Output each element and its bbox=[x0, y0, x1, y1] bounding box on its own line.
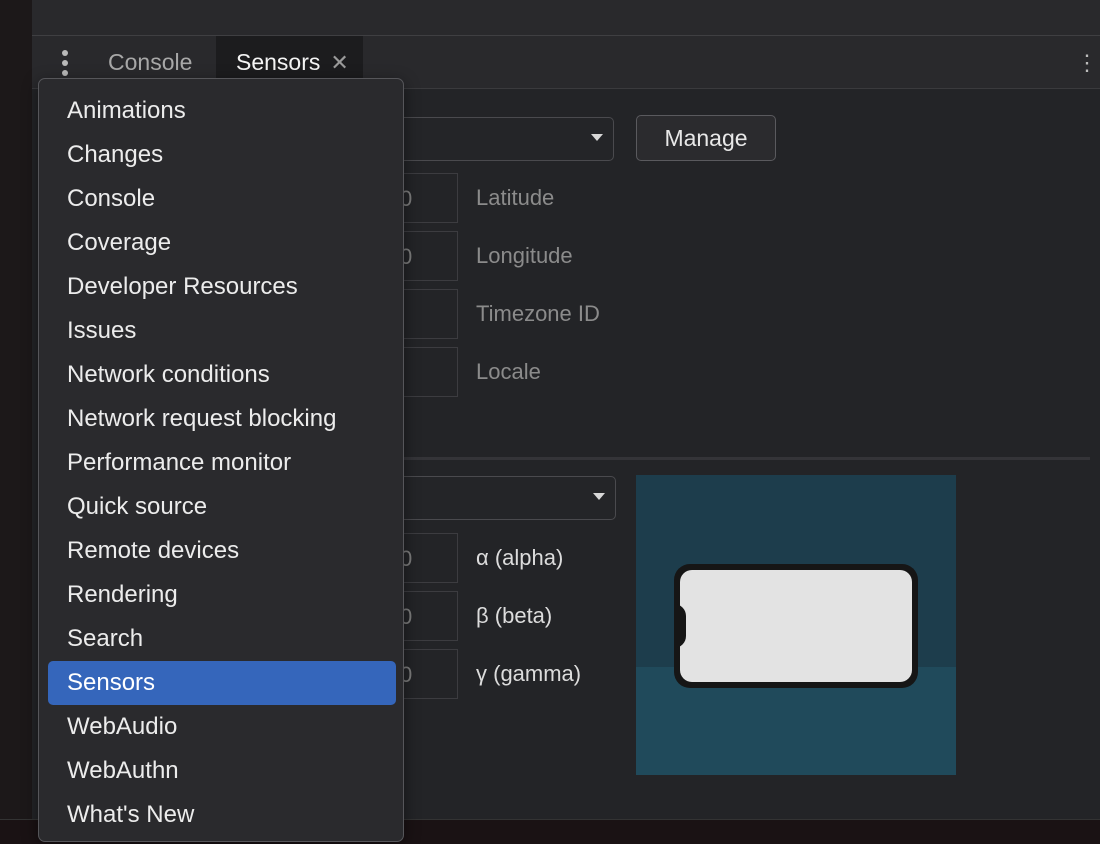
menu-item-search[interactable]: Search bbox=[48, 617, 396, 661]
menu-item-performance-monitor[interactable]: Performance monitor bbox=[48, 441, 396, 485]
menu-item-what-s-new[interactable]: What's New bbox=[48, 793, 396, 837]
manage-button[interactable]: Manage bbox=[636, 115, 776, 161]
menu-item-coverage[interactable]: Coverage bbox=[48, 221, 396, 265]
phone-notch bbox=[674, 604, 686, 648]
drawer-close-icon[interactable]: ⋮ bbox=[1076, 50, 1098, 76]
menu-item-network-request-blocking[interactable]: Network request blocking bbox=[48, 397, 396, 441]
timezone-label: Timezone ID bbox=[476, 301, 600, 326]
menu-item-issues[interactable]: Issues bbox=[48, 309, 396, 353]
section-divider bbox=[402, 457, 1090, 460]
gamma-label: γ (gamma) bbox=[476, 661, 582, 686]
locale-label: Locale bbox=[476, 359, 541, 384]
caret-down-icon bbox=[593, 493, 605, 500]
menu-item-network-conditions[interactable]: Network conditions bbox=[48, 353, 396, 397]
phone-model-icon[interactable] bbox=[674, 564, 918, 688]
more-tools-kebab-icon[interactable] bbox=[54, 48, 76, 78]
orientation-preview[interactable] bbox=[636, 475, 956, 775]
menu-item-rendering[interactable]: Rendering bbox=[48, 573, 396, 617]
alpha-label: α (alpha) bbox=[476, 545, 564, 570]
upper-panel bbox=[32, 0, 1100, 36]
longitude-label: Longitude bbox=[476, 243, 573, 268]
menu-item-console[interactable]: Console bbox=[48, 177, 396, 221]
more-tools-menu: Animations Changes Console Coverage Develope… bbox=[38, 78, 404, 842]
menu-item-remote-devices[interactable]: Remote devices bbox=[48, 529, 396, 573]
latitude-label: Latitude bbox=[476, 185, 555, 210]
menu-item-animations[interactable]: Animations bbox=[48, 89, 396, 133]
beta-label: β (beta) bbox=[476, 603, 553, 628]
menu-item-quick-source[interactable]: Quick source bbox=[48, 485, 396, 529]
menu-item-webaudio[interactable]: WebAudio bbox=[48, 705, 396, 749]
phone-screen bbox=[680, 570, 912, 682]
caret-down-icon bbox=[591, 134, 603, 141]
menu-item-sensors[interactable]: Sensors bbox=[48, 661, 396, 705]
left-edge-panel bbox=[0, 0, 33, 844]
close-icon[interactable]: ✕ bbox=[330, 50, 348, 75]
menu-item-changes[interactable]: Changes bbox=[48, 133, 396, 177]
menu-item-developer-resources[interactable]: Developer Resources bbox=[48, 265, 396, 309]
menu-item-webauthn[interactable]: WebAuthn bbox=[48, 749, 396, 793]
tab-sensors-label: Sensors bbox=[236, 49, 321, 75]
